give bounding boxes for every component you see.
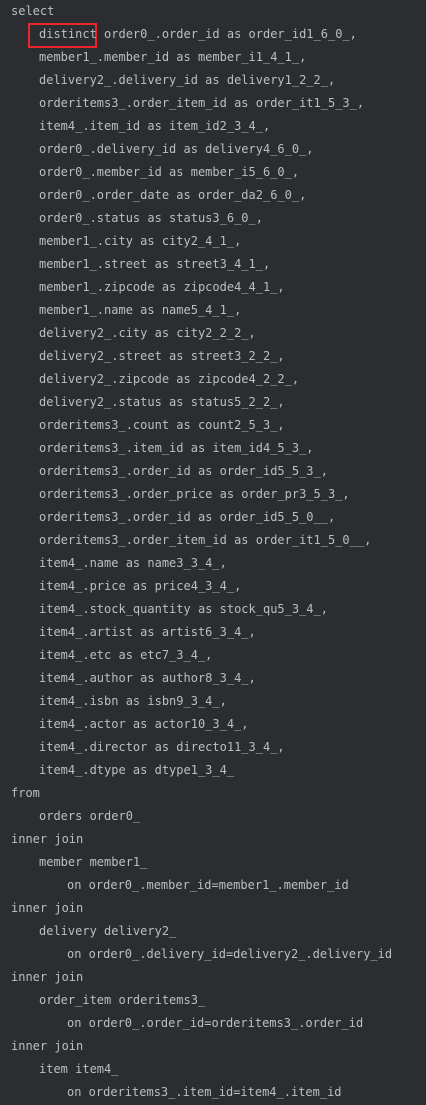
sql-query-view: select distinct order0_.order_id as order… [0, 0, 426, 1105]
code-line: distinct order0_.order_id as order_id1_6… [39, 27, 357, 41]
code-line: item4_.name as name3_3_4_, [39, 556, 227, 570]
code-line: member1_.name as name5_4_1_, [39, 303, 242, 317]
code-line: order0_.delivery_id as delivery4_6_0_, [39, 142, 314, 156]
code-line: delivery delivery2_ [39, 924, 177, 938]
code-line: on order0_.member_id=member1_.member_id [67, 878, 349, 892]
code-line: order_item orderitems3_ [39, 993, 206, 1007]
code-line: member1_.street as street3_4_1_, [39, 257, 271, 271]
code-line: item4_.dtype as dtype1_3_4_ [39, 763, 235, 777]
code-line: item4_.item_id as item_id2_3_4_, [39, 119, 271, 133]
code-line: member1_.zipcode as zipcode4_4_1_, [39, 280, 285, 294]
code-line: orderitems3_.order_id as order_id5_5_3_, [39, 464, 328, 478]
code-line: orders order0_ [39, 809, 141, 823]
code-line: select [11, 4, 55, 18]
code-line: orderitems3_.order_item_id as order_it1_… [39, 533, 372, 547]
code-line: orderitems3_.order_price as order_pr3_5_… [39, 487, 350, 501]
code-line: item4_.director as directo11_3_4_, [39, 740, 285, 754]
code-line: member1_.city as city2_4_1_, [39, 234, 242, 248]
code-line: delivery2_.street as street3_2_2_, [39, 349, 285, 363]
code-line: member member1_ [39, 855, 148, 869]
code-line: item item4_ [39, 1062, 119, 1076]
code-line: inner join [11, 970, 84, 984]
code-line: on orderitems3_.item_id=item4_.item_id [67, 1085, 342, 1099]
code-line: orderitems3_.order_item_id as order_it1_… [39, 96, 365, 110]
code-line: item4_.price as price4_3_4_, [39, 579, 242, 593]
code-line: on order0_.order_id=orderitems3_.order_i… [67, 1016, 364, 1030]
code-line: inner join [11, 901, 84, 915]
code-line: item4_.etc as etc7_3_4_, [39, 648, 213, 662]
code-line: delivery2_.city as city2_2_2_, [39, 326, 256, 340]
code-line: member1_.member_id as member_i1_4_1_, [39, 50, 307, 64]
code-line: order0_.status as status3_6_0_, [39, 211, 263, 225]
code-line: delivery2_.delivery_id as delivery1_2_2_… [39, 73, 336, 87]
code-line: orderitems3_.item_id as item_id4_5_3_, [39, 441, 314, 455]
code-line: orderitems3_.order_id as order_id5_5_0__… [39, 510, 336, 524]
code-line: delivery2_.status as status5_2_2_, [39, 395, 285, 409]
code-line: inner join [11, 1039, 84, 1053]
code-line: item4_.author as author8_3_4_, [39, 671, 256, 685]
code-line: item4_.artist as artist6_3_4_, [39, 625, 256, 639]
code-line: item4_.actor as actor10_3_4_, [39, 717, 249, 731]
code-line: orderitems3_.count as count2_5_3_, [39, 418, 285, 432]
code-line: order0_.order_date as order_da2_6_0_, [39, 188, 307, 202]
code-line: from [11, 786, 40, 800]
code-line: item4_.stock_quantity as stock_qu5_3_4_, [39, 602, 328, 616]
code-line: inner join [11, 832, 84, 846]
code-line: on order0_.delivery_id=delivery2_.delive… [67, 947, 393, 961]
code-line: order0_.member_id as member_i5_6_0_, [39, 165, 300, 179]
code-line: item4_.isbn as isbn9_3_4_, [39, 694, 227, 708]
code-line: delivery2_.zipcode as zipcode4_2_2_, [39, 372, 300, 386]
